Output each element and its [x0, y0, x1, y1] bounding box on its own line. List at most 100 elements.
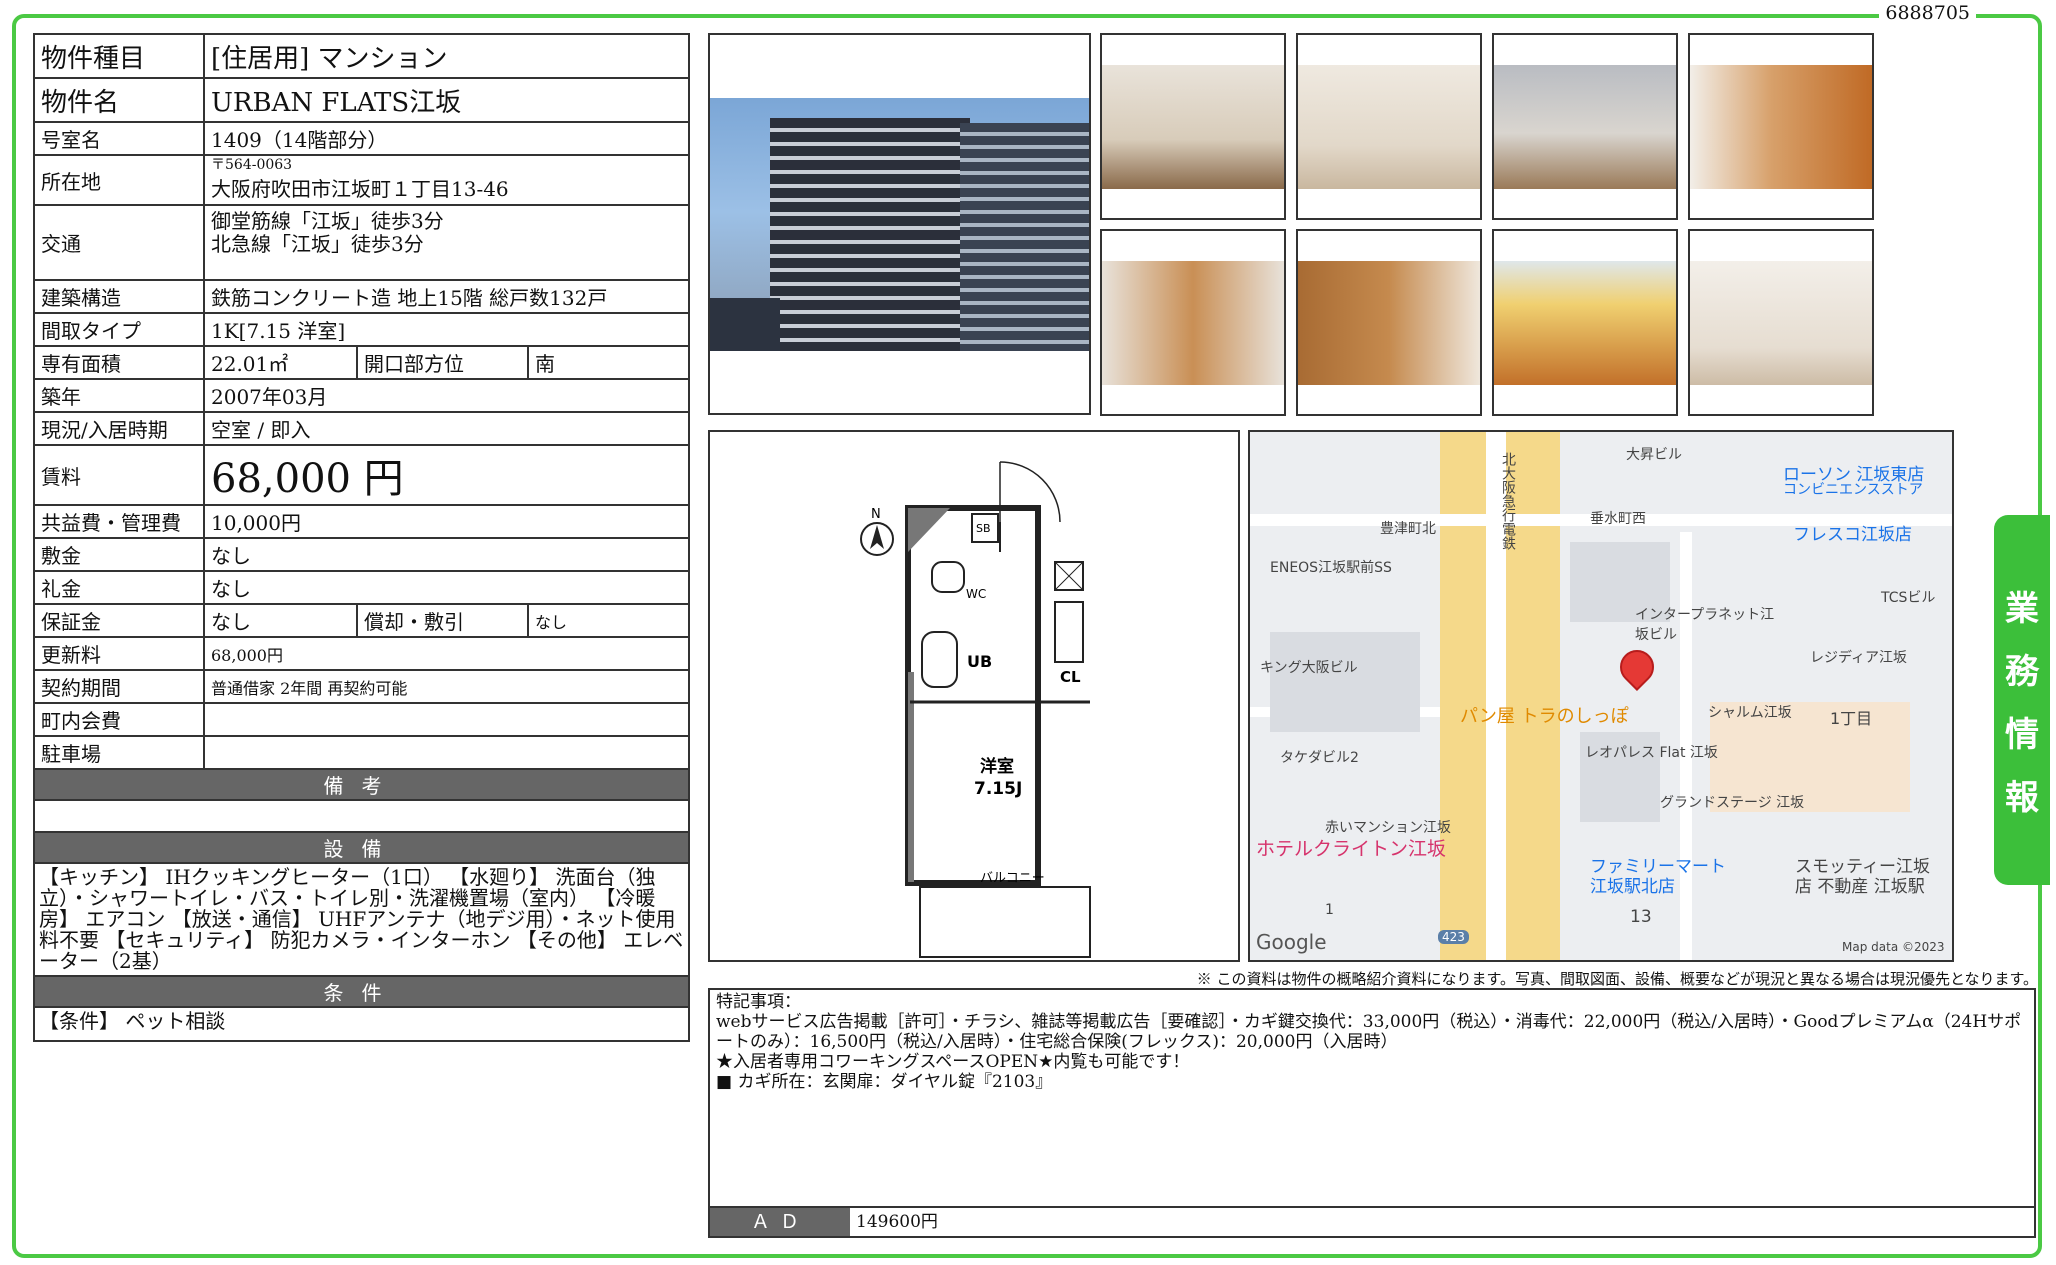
ad-value: 149600円: [856, 1212, 938, 1232]
interior-photo[interactable]: [1492, 229, 1678, 416]
interior-photo[interactable]: [1492, 33, 1678, 220]
guarantee-label: 保証金: [33, 603, 205, 638]
layout-label: 間取タイプ: [33, 312, 205, 347]
interior-photo[interactable]: [1100, 229, 1286, 416]
location-map[interactable]: 大昇ビル ローソン 江坂東店 コンビニエンスストア 豊津町北 垂水町西 フレスコ…: [1248, 430, 1954, 962]
status-label: 現況/入居時期: [33, 411, 205, 446]
floor-plan[interactable]: N SB WC UB CL 洋室 7.15J バルコニー: [708, 430, 1240, 962]
parking-value: [202, 735, 691, 770]
map-label: パン屋 トラのしっぽ: [1460, 706, 1629, 727]
area-label: 専有面積: [33, 345, 205, 380]
map-label: フレスコ江坂店: [1793, 525, 1912, 545]
structure-label: 建築構造: [33, 279, 205, 314]
ad-label: ＡＤ: [710, 1208, 850, 1236]
disclaimer: ※ この資料は物件の概略紹介資料になります。写真、間取図面、設備、概要などが現況…: [1196, 970, 2038, 988]
guarantee-value: なし: [203, 603, 358, 638]
rent-label: 賃料: [33, 444, 205, 506]
remarks-value: [32, 799, 691, 833]
rent-value: 68,000 円: [202, 444, 691, 506]
layout-value: 1K[7.15 洋室]: [202, 312, 691, 347]
renewal-value: 68,000円: [202, 636, 691, 671]
map-label: 13: [1630, 907, 1652, 927]
side-tab-char: 業: [2005, 589, 2039, 629]
fee-value: 10,000円: [202, 504, 691, 539]
equipment-value: 【キッチン】 IHクッキングヒーター（1口） 【水廻り】 洗面台（独立）・シャワ…: [32, 862, 691, 977]
key-money-value: なし: [202, 570, 691, 605]
structure-value: 鉄筋コンクリート造 地上15階 総戸数132戸: [202, 279, 691, 314]
balcony-label: バルコニー: [980, 871, 1045, 886]
address-label: 所在地: [33, 154, 205, 206]
map-label: 1: [1325, 902, 1334, 918]
type-value: [住居用] マンション: [202, 33, 691, 79]
map-label: 大昇ビル: [1626, 447, 1682, 463]
exterior-photo[interactable]: [708, 33, 1091, 415]
side-tab-char: 情: [2005, 715, 2039, 755]
map-attribution: Map data ©2023: [1842, 940, 1945, 954]
remarks-section-title: 備考: [32, 768, 691, 801]
deposit-label: 敷金: [33, 537, 205, 572]
conditions-value: 【条件】 ペット相談: [32, 1006, 691, 1042]
map-label: ENEOS江坂駅前SS: [1270, 560, 1392, 576]
location-pin-icon[interactable]: [1612, 642, 1662, 692]
fee-label: 共益費・管理費: [33, 504, 205, 539]
special-remarks-box: 特記事項： webサービス広告掲載［許可］・チラシ、雑誌等掲載広告［要確認］・カ…: [708, 988, 2036, 1238]
access-line: 北急線「江坂」徒歩3分: [211, 232, 424, 256]
direction-label: 開口部方位: [356, 345, 529, 380]
map-label: シャルム江坂: [1708, 705, 1792, 721]
map-label: グランドステージ 江坂: [1660, 795, 1805, 811]
access-line: 御堂筋線「江坂」徒歩3分: [211, 209, 444, 233]
zip-code: 〒564-0063: [211, 157, 293, 173]
interior-photo[interactable]: [1296, 33, 1482, 220]
association-fee-label: 町内会費: [33, 702, 205, 737]
built-value: 2007年03月: [202, 378, 691, 413]
sb-label: SB: [976, 522, 991, 535]
map-label: 店 不動産 江坂駅: [1795, 877, 1925, 897]
interior-photo[interactable]: [1100, 33, 1286, 220]
map-label: ホテルクライトン江坂: [1256, 838, 1447, 860]
amortization-label: 償却・敷引: [356, 603, 529, 638]
room-size-label: 7.15J: [974, 779, 1022, 799]
map-label: タケダビル2: [1280, 750, 1359, 766]
side-tab-char: 務: [2005, 652, 2039, 692]
map-label: コンビニエンスストア: [1783, 482, 1923, 498]
access-label: 交通: [33, 204, 205, 281]
address-value: 大阪府吹田市江坂町１丁目13-46: [211, 177, 509, 201]
room-label: 号室名: [33, 121, 205, 156]
interior-photo[interactable]: [1688, 229, 1874, 416]
direction-value: 南: [526, 345, 691, 380]
status-value: 空室 / 即入: [202, 411, 691, 446]
map-label: キング大阪ビル: [1260, 660, 1358, 676]
ub-label: UB: [967, 652, 992, 671]
room-name-label: 洋室: [980, 756, 1014, 777]
business-info-tab[interactable]: 業 務 情 報: [1994, 515, 2050, 885]
map-label: レオパレス Flat 江坂: [1585, 745, 1718, 761]
amortization-value: なし: [526, 603, 691, 638]
association-fee-value: [202, 702, 691, 737]
interior-photo[interactable]: [1296, 229, 1482, 416]
google-logo: Google: [1256, 930, 1327, 954]
map-label: 豊津町北: [1380, 521, 1436, 537]
property-info-table: 物件種目 [住居用] マンション 物件名 URBAN FLATS江坂 号室名 1409…: [32, 33, 691, 1042]
special-remarks-text: 特記事項： webサービス広告掲載［許可］・チラシ、雑誌等掲載広告［要確認］・カ…: [716, 992, 2022, 1092]
side-tab-char: 報: [2005, 778, 2039, 818]
equipment-section-title: 設備: [32, 831, 691, 864]
building-image: [710, 98, 1089, 351]
key-money-label: 礼金: [33, 570, 205, 605]
wc-label: WC: [966, 587, 986, 601]
renewal-label: 更新料: [33, 636, 205, 671]
floor-plan-drawing: N SB WC UB CL 洋室 7.15J バルコニー: [860, 461, 1091, 958]
cl-label: CL: [1060, 668, 1081, 686]
deposit-value: なし: [202, 537, 691, 572]
map-label: 北大阪急行電鉄: [1500, 452, 1516, 550]
map-label: 江坂駅北店: [1590, 877, 1675, 897]
name-value: URBAN FLATS江坂: [202, 77, 691, 123]
map-label: 1丁目: [1830, 709, 1873, 728]
interior-photo[interactable]: [1688, 33, 1874, 220]
built-label: 築年: [33, 378, 205, 413]
room-value: 1409（14階部分）: [202, 121, 691, 156]
document-number: 6888705: [1879, 2, 1976, 24]
ad-row: ＡＤ 149600円: [710, 1206, 2034, 1236]
name-label: 物件名: [33, 77, 205, 123]
map-label: 垂水町西: [1590, 511, 1646, 527]
term-label: 契約期間: [33, 669, 205, 704]
